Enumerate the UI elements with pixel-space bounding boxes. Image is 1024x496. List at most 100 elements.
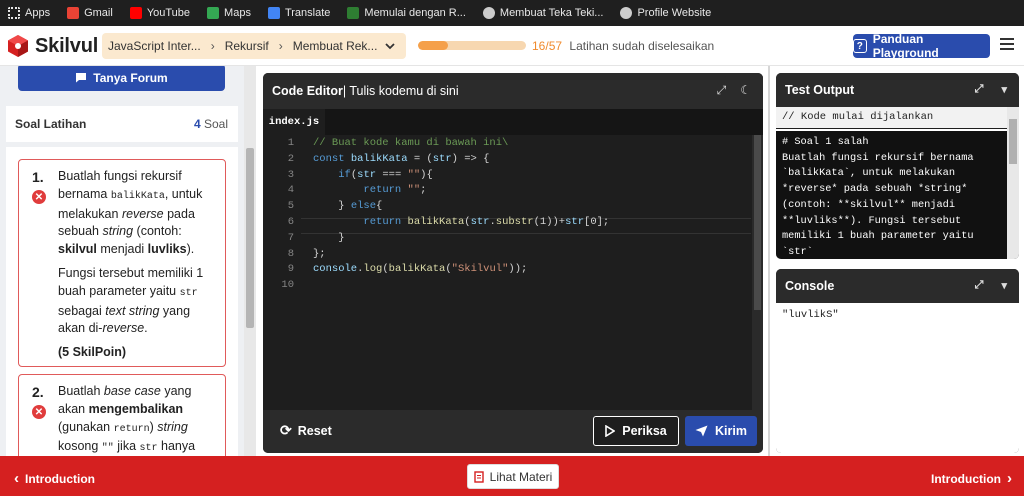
console-title: Console — [785, 279, 835, 293]
code-line[interactable]: return ""; — [313, 184, 426, 196]
code-token: const — [313, 152, 351, 165]
code-line[interactable]: } else{ — [313, 200, 382, 212]
hamburger-menu-icon[interactable] — [1000, 38, 1014, 50]
wrong-status-icon: ✕ — [32, 190, 46, 204]
tanya-forum-button[interactable]: Tanya Forum — [18, 66, 225, 91]
bookmark-item[interactable]: YouTube — [129, 7, 190, 19]
console-panel: Console ⤢ ▾ "luvlikS" — [776, 269, 1019, 453]
maps-pin-icon — [207, 7, 220, 19]
test-output-start-line: // Kode mulai dijalankan — [776, 107, 1007, 129]
play-icon — [605, 425, 616, 437]
code-line[interactable]: return balikKata(str.substr(1))+str[0]; — [313, 216, 609, 228]
breadcrumb-exercise[interactable]: Membuat Rek... — [293, 39, 378, 53]
reset-button[interactable]: ⟳ Reset — [280, 422, 332, 439]
question-points: (5 SkilPoin) — [58, 345, 127, 360]
code-token: str — [470, 216, 490, 228]
code-line[interactable]: if(str === ""){ — [313, 169, 433, 181]
r-logo-icon — [347, 7, 360, 19]
progress-total: /57 — [545, 39, 563, 53]
code-token: { — [376, 200, 383, 213]
file-tab-bar: index.js — [263, 109, 763, 135]
bookmark-item[interactable]: Gmail — [67, 7, 113, 19]
code-token: balikKata — [350, 152, 408, 165]
tab-index-js[interactable]: index.js — [263, 109, 325, 135]
code-editor-subtitle: | Tulis kodemu di sini — [342, 84, 459, 98]
next-introduction-link[interactable]: Introduction › — [931, 470, 1012, 487]
line-number: 7 — [287, 231, 294, 244]
line-number: 10 — [281, 279, 294, 292]
progress-label: Latihan sudah diselesaikan — [569, 39, 715, 53]
breadcrumb-topic[interactable]: Rekursif — [225, 39, 269, 53]
breadcrumb-course[interactable]: JavaScript Inter... — [108, 39, 201, 53]
kirim-label: Kirim — [715, 424, 747, 438]
skilvul-logo[interactable]: Skilvul — [6, 34, 98, 58]
line-number: 8 — [287, 247, 294, 260]
progress-done: 16 — [532, 39, 546, 53]
code-token: // Buat kode kamu di bawah ini\ — [313, 137, 509, 149]
prev-introduction-link[interactable]: ‹ Introduction — [14, 470, 95, 487]
code-editor-header: Code Editor | Tulis kodemu di sini ⤢ ☾ — [263, 73, 763, 109]
bookmarks-bar: Apps Gmail YouTube Maps Translate Memulai den… — [0, 0, 1024, 26]
code-line[interactable]: // Buat kode kamu di bawah ini\ — [313, 137, 508, 149]
code-line[interactable]: } — [313, 232, 344, 244]
bookmark-label: Apps — [25, 7, 51, 19]
kirim-button[interactable]: Kirim — [685, 416, 757, 446]
bookmark-item[interactable]: Apps — [8, 7, 50, 19]
bookmark-item[interactable]: Translate — [267, 7, 330, 19]
question-card-2[interactable]: 2. ✕ Buatlah base case yang akan mengemb… — [18, 374, 226, 456]
progress-text: 16/57 Latihan sudah diselesaikan — [532, 39, 714, 53]
chevron-down-icon[interactable] — [385, 42, 396, 50]
code-line[interactable]: console.log(balikKata("Skilvul")); — [313, 263, 527, 275]
bookmark-label: Memulai dengan R... — [364, 7, 466, 19]
chevron-down-icon[interactable]: ▾ — [1001, 83, 1007, 96]
panel-divider[interactable] — [768, 66, 770, 456]
question-list: 1. ✕ Buatlah fungsi rekursif bernama bal… — [6, 147, 238, 456]
line-number: 2 — [287, 152, 294, 165]
code-editor-title: Code Editor — [272, 84, 343, 98]
code-token: ; — [420, 184, 427, 197]
code-token: = ( — [407, 152, 433, 165]
test-output-scrollbar[interactable] — [1007, 107, 1019, 259]
code-line[interactable]: const balikKata = (str) => { — [313, 153, 489, 165]
code-area[interactable]: 1 2 3 4 5 6 7 8 9 10 // Buat kode kamu di bawah i… — [263, 135, 751, 410]
test-output-panel: Test Output ⤢ ▾ // Kode mulai dijalankan… — [776, 73, 1019, 259]
periksa-button[interactable]: Periksa — [593, 416, 679, 446]
test-output-text: # Soal 1 salah Buatlah fungsi rekursif b… — [776, 131, 1007, 259]
test-output-title: Test Output — [785, 83, 855, 97]
code-token: str — [432, 152, 452, 165]
question-text: Buatlah base case yang akan mengembalika… — [58, 384, 196, 455]
code-token: === — [376, 168, 408, 181]
dark-mode-moon-icon[interactable]: ☾ — [740, 83, 751, 98]
console-header: Console ⤢ ▾ — [776, 269, 1019, 303]
code-line[interactable]: }; — [313, 248, 326, 260]
send-icon — [695, 425, 708, 437]
guide-playground-button[interactable]: ? Panduan Playground — [853, 32, 990, 60]
expand-icon[interactable]: ⤢ — [975, 83, 984, 96]
chevron-down-icon[interactable]: ▾ — [1001, 279, 1007, 292]
bookmark-item[interactable]: Memulai dengan R... — [347, 7, 466, 19]
puzzle-icon — [482, 7, 495, 19]
soal-count-unit: Soal — [203, 117, 228, 131]
progress-fill — [418, 41, 449, 50]
bookmark-label: Profile Website — [637, 7, 712, 19]
code-token: )); — [508, 263, 528, 276]
question-text: Buatlah fungsi rekursif bernama balikKat… — [58, 169, 203, 257]
expand-icon[interactable]: ⤢ — [975, 279, 984, 292]
code-editor-footer: ⟳ Reset Periksa Kirim — [263, 410, 763, 453]
bookmark-label: Gmail — [84, 7, 113, 19]
code-editor-panel: Code Editor | Tulis kodemu di sini ⤢ ☾ i… — [263, 73, 763, 453]
bookmark-item[interactable]: Membuat Teka Teki... — [482, 7, 603, 19]
question-card-1[interactable]: 1. ✕ Buatlah fungsi rekursif bernama bal… — [18, 159, 226, 367]
expand-icon[interactable]: ⤢ — [717, 83, 727, 98]
bookmark-item[interactable]: Profile Website — [620, 7, 711, 19]
editor-scrollbar[interactable] — [752, 135, 763, 410]
progress-bar — [418, 41, 526, 50]
line-number: 6 — [287, 216, 294, 228]
reset-label: Reset — [297, 423, 332, 438]
bookmark-item[interactable]: Maps — [207, 7, 251, 19]
lihat-materi-button[interactable]: Lihat Materi — [467, 464, 559, 489]
code-token: return — [363, 216, 408, 228]
left-scrollbar[interactable] — [244, 66, 256, 456]
